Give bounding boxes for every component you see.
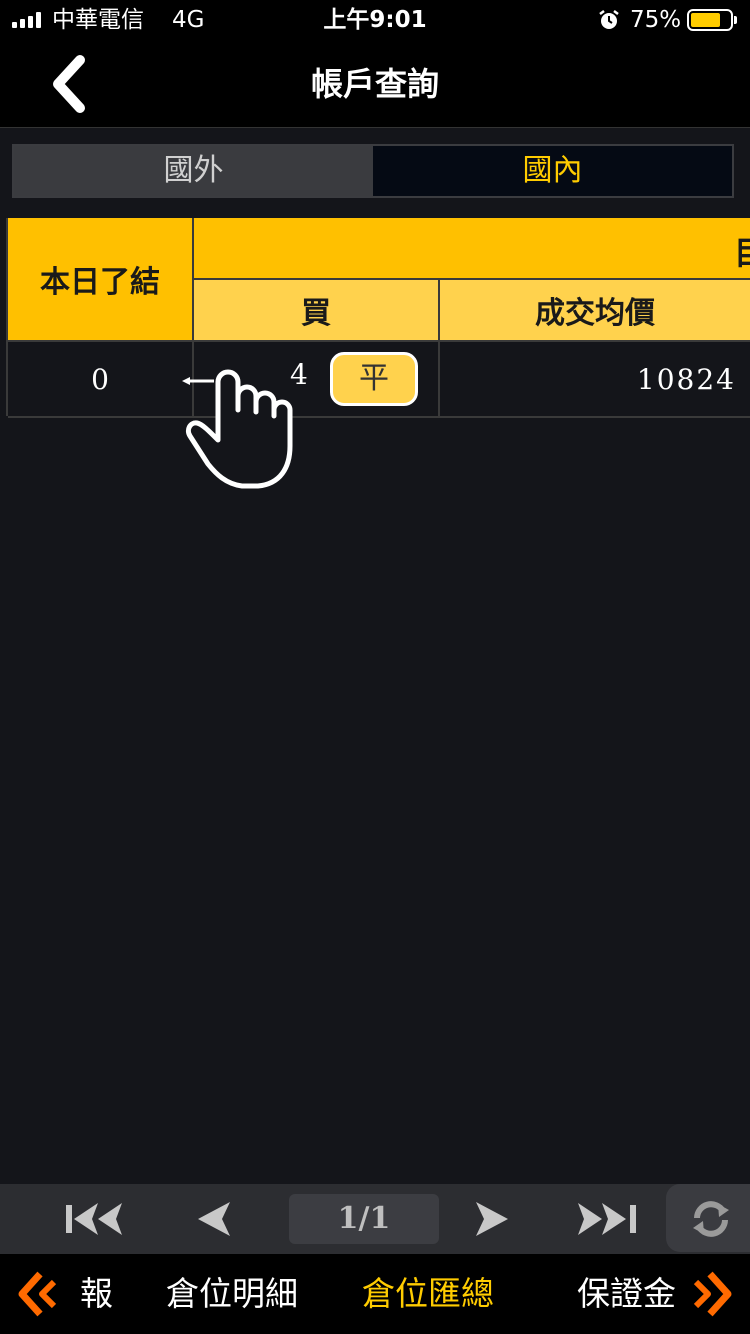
header-group: 目 bbox=[194, 218, 750, 280]
tab-domestic[interactable]: 國內 bbox=[373, 146, 732, 196]
header-avg-price: 成交均價 bbox=[440, 280, 750, 342]
last-page-icon[interactable] bbox=[572, 1196, 642, 1242]
battery-cap bbox=[734, 16, 737, 24]
next-page-icon[interactable] bbox=[456, 1196, 526, 1242]
table-left-edge bbox=[0, 218, 8, 416]
chevron-left-icon[interactable] bbox=[16, 1268, 60, 1320]
page-title: 帳戶查詢 bbox=[310, 65, 439, 103]
status-bar: 中華電信 4G 上午9:01 75% bbox=[0, 0, 750, 40]
tab-margin[interactable]: 保證金 bbox=[577, 1254, 693, 1334]
battery-fill bbox=[691, 13, 720, 27]
alarm-icon bbox=[599, 10, 619, 29]
tab-report[interactable]: 報 bbox=[80, 1254, 113, 1334]
battery-icon bbox=[687, 9, 733, 31]
pager-bar: 1/1 bbox=[0, 1184, 750, 1254]
first-page-icon[interactable] bbox=[60, 1196, 130, 1242]
market-segmented-control: 國外 國內 bbox=[12, 144, 734, 198]
refresh-button[interactable] bbox=[666, 1184, 750, 1252]
tab-position-summary[interactable]: 倉位匯總 bbox=[362, 1254, 494, 1334]
chevron-left-icon[interactable] bbox=[40, 54, 100, 114]
battery-percent: 75% bbox=[630, 7, 682, 33]
tab-foreign[interactable]: 國外 bbox=[14, 146, 373, 196]
refresh-icon bbox=[693, 1201, 729, 1237]
page-indicator: 1/1 bbox=[289, 1194, 439, 1244]
swipe-hand-icon bbox=[182, 369, 293, 489]
header-settle-today: 本日了結 bbox=[8, 218, 194, 342]
positions-table: 本日了結 目 買 成交均價 0 4 平 10824 bbox=[0, 218, 750, 418]
header-buy: 買 bbox=[194, 280, 440, 342]
header-group-label: 目 bbox=[734, 228, 750, 274]
nav-bar: 帳戶查詢 bbox=[0, 40, 750, 128]
bottom-tabs: 報 倉位明細 倉位匯總 保證金 bbox=[0, 1254, 750, 1334]
cell-settle-today: 0 bbox=[8, 342, 194, 418]
prev-page-icon[interactable] bbox=[180, 1196, 250, 1242]
cell-avg-price: 10824 bbox=[440, 342, 750, 418]
tab-position-detail[interactable]: 倉位明細 bbox=[166, 1254, 298, 1334]
close-position-button[interactable]: 平 bbox=[330, 352, 418, 406]
chevron-right-icon[interactable] bbox=[690, 1268, 734, 1320]
